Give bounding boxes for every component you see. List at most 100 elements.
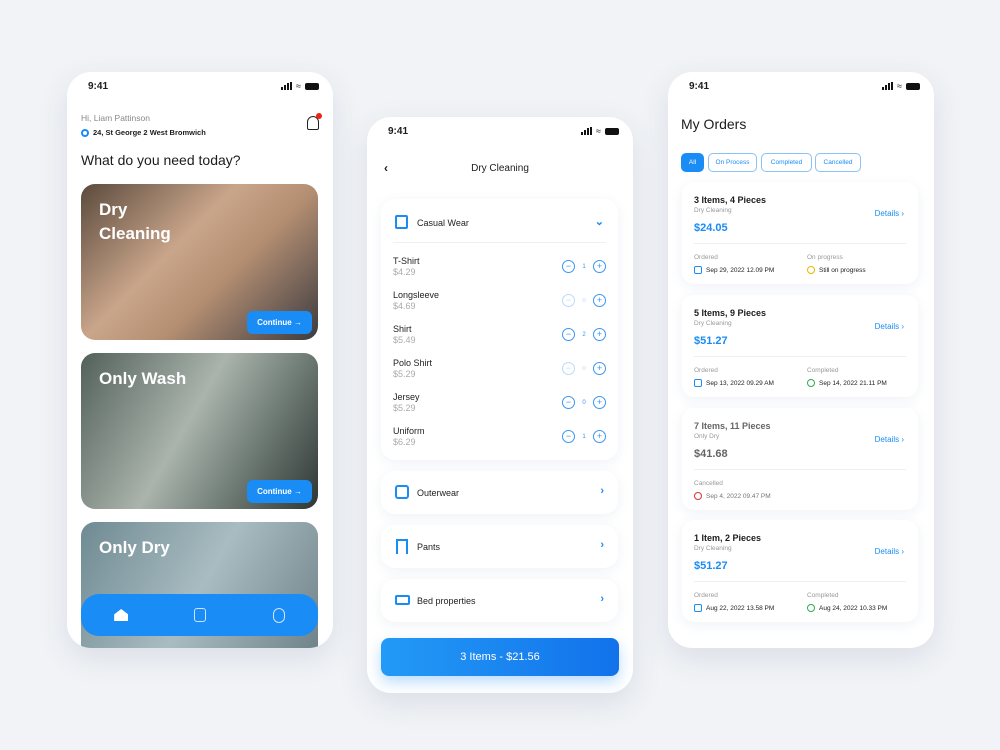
order-price: $24.05 (694, 222, 728, 234)
continue-button[interactable]: Continue → (247, 480, 312, 503)
item-name: Jersey (393, 392, 420, 402)
item-name: Polo Shirt (393, 358, 433, 368)
checkout-button[interactable]: 3 Items - $21.56 (381, 638, 619, 676)
calendar-icon (694, 379, 702, 387)
item-name: T-Shirt (393, 256, 420, 266)
divider (393, 242, 606, 243)
item-price: $4.29 (393, 267, 416, 277)
order-title: 5 Items, 9 Pieces (694, 308, 767, 318)
quantity-stepper: − 2 + (562, 328, 606, 341)
details-link[interactable]: Details › (875, 322, 904, 331)
quantity-stepper: − 1 + (562, 430, 606, 443)
item-price: $6.29 (393, 437, 416, 447)
filter-all[interactable]: All (681, 153, 704, 172)
order-card: 3 Items, 4 Pieces Dry Cleaning $24.05 De… (682, 182, 918, 284)
minus-button[interactable]: − (562, 328, 575, 341)
tshirt-icon (395, 215, 408, 229)
date-label: Ordered (694, 592, 718, 599)
category-bed-properties[interactable]: Bed properties › (381, 579, 618, 622)
page-title: What do you need today? (81, 152, 241, 168)
category-label[interactable]: Casual Wear (417, 218, 469, 228)
order-service: Dry Cleaning (694, 545, 732, 552)
item-price: $5.29 (393, 403, 416, 413)
item-name: Shirt (393, 324, 412, 334)
cancel-circle-icon (694, 492, 702, 500)
date-value: Aug 22, 2022 13.58 PM (694, 604, 774, 612)
chevron-right-icon: › (600, 539, 604, 551)
order-service: Dry Cleaning (694, 320, 732, 327)
plus-button[interactable]: + (593, 328, 606, 341)
battery-icon (305, 82, 319, 90)
minus-button[interactable]: − (562, 260, 575, 273)
plus-button[interactable]: + (593, 260, 606, 273)
item-price: $5.49 (393, 335, 416, 345)
filter-completed[interactable]: Completed (761, 153, 812, 172)
category-label: Outerwear (417, 488, 460, 498)
bed-icon (395, 595, 410, 605)
category-pants[interactable]: Pants › (381, 525, 618, 568)
status-time: 9:41 (88, 81, 109, 92)
order-title: 1 Item, 2 Pieces (694, 533, 762, 543)
plus-button[interactable]: + (593, 396, 606, 409)
divider (694, 243, 906, 244)
category-casual-wear: Casual Wear ⌄ T-Shirt $4.29 − 1 + Longsl… (381, 199, 618, 460)
service-card-only-wash[interactable]: Only Wash Continue → (81, 353, 318, 509)
orders-icon[interactable] (194, 608, 207, 622)
minus-button[interactable]: − (562, 362, 575, 375)
check-circle-icon (807, 604, 815, 612)
location-icon (81, 128, 89, 137)
order-card: 1 Item, 2 Pieces Dry Cleaning $51.27 Det… (682, 520, 918, 622)
pants-icon (396, 539, 408, 554)
address-text: 24, St George 2 West Bromwich (93, 128, 206, 137)
home-icon[interactable] (114, 609, 129, 621)
check-circle-icon (807, 379, 815, 387)
order-price: $51.27 (694, 335, 728, 347)
orders-screen: 9:41 ≈ My Orders All On Process Complete… (668, 72, 934, 648)
minus-button[interactable]: − (562, 396, 575, 409)
item-name: Uniform (393, 426, 425, 436)
plus-button[interactable]: + (593, 430, 606, 443)
status-icons: ≈ (581, 126, 619, 136)
order-price: $41.68 (694, 448, 728, 460)
category-outerwear[interactable]: Outerwear › (381, 471, 618, 514)
divider (694, 469, 906, 470)
filter-cancelled[interactable]: Cancelled (815, 153, 861, 172)
plus-button[interactable]: + (593, 294, 606, 307)
divider (694, 356, 906, 357)
order-title: 3 Items, 4 Pieces (694, 195, 767, 205)
clock-icon (807, 266, 815, 274)
bell-icon[interactable] (307, 113, 322, 130)
service-title: Only Dry (99, 538, 170, 557)
bottom-nav (81, 594, 318, 636)
minus-button[interactable]: − (562, 294, 575, 307)
divider (694, 581, 906, 582)
date-label: Cancelled (694, 480, 723, 487)
order-title: 7 Items, 11 Pieces (694, 421, 771, 431)
quantity-stepper: − 0 + (562, 294, 606, 307)
chevron-down-icon[interactable]: ⌄ (595, 215, 604, 228)
item-price: $4.69 (393, 301, 416, 311)
page-title: Dry Cleaning (471, 163, 529, 174)
date-value: Sep 4, 2022 09.47 PM (694, 492, 771, 500)
address[interactable]: 24, St George 2 West Bromwich (81, 128, 206, 137)
order-service: Only Dry (694, 433, 720, 440)
continue-button[interactable]: Continue → (247, 311, 312, 334)
profile-icon[interactable] (272, 607, 285, 623)
details-link[interactable]: Details › (875, 209, 904, 218)
chevron-right-icon: › (600, 593, 604, 605)
status-label: Completed (807, 592, 839, 599)
details-link[interactable]: Details › (875, 547, 904, 556)
plus-button[interactable]: + (593, 362, 606, 375)
service-card-dry-cleaning[interactable]: Dry Cleaning Continue → (81, 184, 318, 340)
home-screen: 9:41 ≈ Hi, Liam Pattinson 24, St George … (67, 72, 333, 648)
service-title: Dry Cleaning (99, 200, 171, 243)
date-value: Sep 13, 2022 09.29 AM (694, 379, 774, 387)
status-icons: ≈ (882, 81, 920, 91)
minus-button[interactable]: − (562, 430, 575, 443)
status-label: Completed (807, 367, 839, 374)
dry-cleaning-screen: 9:41 ≈ ‹ Dry Cleaning Casual Wear ⌄ T-Sh… (367, 117, 633, 693)
details-link[interactable]: Details › (875, 435, 904, 444)
order-card: 7 Items, 11 Pieces Only Dry $41.68 Detai… (682, 408, 918, 510)
filter-on-process[interactable]: On Process (708, 153, 757, 172)
status-time: 9:41 (388, 126, 409, 137)
